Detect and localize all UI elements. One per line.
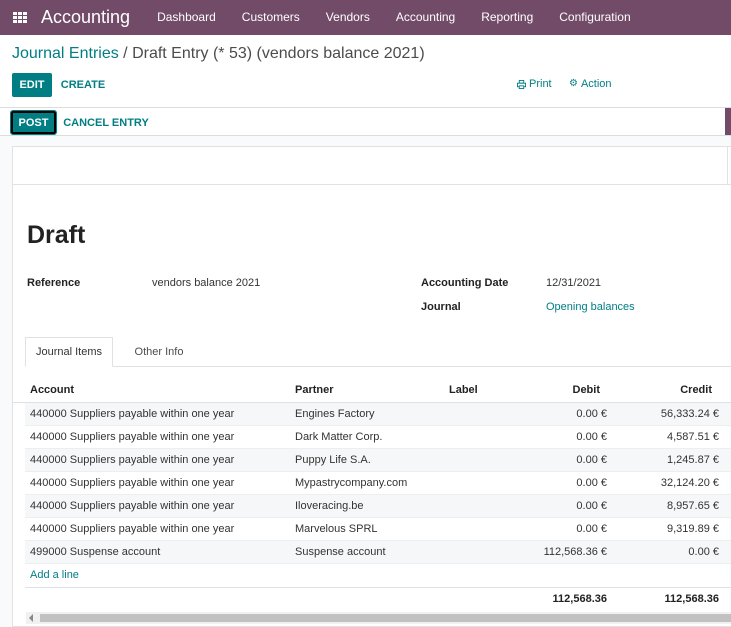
breadcrumb-current: Draft Entry (* 53) (vendors balance 2021… [132, 45, 425, 62]
post-button[interactable]: POST [10, 110, 57, 135]
cell-partner: Iloveracing.be [295, 500, 364, 512]
app-brand[interactable]: Accounting [41, 7, 130, 28]
edit-button[interactable]: EDIT [12, 73, 52, 97]
table-row[interactable]: 440000 Suppliers payable within one year… [25, 495, 731, 518]
cell-account: 440000 Suppliers payable within one year [30, 408, 235, 420]
sheet-header-divider [727, 147, 728, 184]
action-button[interactable]: ⚙ Action [569, 78, 612, 90]
sheet-header [13, 147, 731, 185]
cell-debit: 0.00 € [576, 408, 607, 420]
print-button[interactable]: Print [517, 78, 552, 90]
cell-partner: Mypastrycompany.com [295, 477, 408, 489]
cell-account: 440000 Suppliers payable within one year [30, 431, 235, 443]
menu-item-dashboard[interactable]: Dashboard [144, 0, 229, 35]
accounting-date-label: Accounting Date [421, 277, 509, 289]
breadcrumb-parent[interactable]: Journal Entries [12, 45, 119, 62]
form-tabs: Journal Items Other Info [25, 337, 731, 367]
main-menu: Dashboard Customers Vendors Accounting R… [144, 0, 644, 35]
scroll-left-arrow-icon[interactable] [29, 614, 33, 622]
table-header: Account Partner Label Debit Credit T [13, 378, 731, 403]
cell-credit: 9,319.89 € [667, 523, 719, 535]
table-footer-totals: 112,568.36 112,568.36 [25, 587, 731, 610]
menu-item-accounting[interactable]: Accounting [383, 0, 468, 35]
breadcrumb-separator: / [118, 45, 133, 62]
cell-debit: 0.00 € [576, 523, 607, 535]
print-icon [517, 79, 526, 89]
table-row[interactable]: 440000 Suppliers payable within one year… [25, 449, 731, 472]
total-debit: 112,568.36 [552, 593, 607, 605]
cell-partner: Dark Matter Corp. [295, 431, 383, 443]
column-header-account[interactable]: Account [30, 378, 74, 403]
cell-debit: 0.00 € [576, 477, 607, 489]
total-credit: 112,568.36 [664, 593, 719, 605]
cell-partner: Puppy Life S.A. [295, 454, 371, 466]
menu-item-customers[interactable]: Customers [229, 0, 313, 35]
status-indicator [725, 108, 731, 135]
cell-debit: 0.00 € [576, 454, 607, 466]
cell-account: 440000 Suppliers payable within one year [30, 477, 235, 489]
table-row[interactable]: 440000 Suppliers payable within one year… [25, 403, 731, 426]
table-row[interactable]: 440000 Suppliers payable within one year… [25, 518, 731, 541]
add-line-link[interactable]: Add a line [30, 569, 79, 581]
accounting-date-value[interactable]: 12/31/2021 [546, 277, 601, 289]
menu-item-vendors[interactable]: Vendors [313, 0, 383, 35]
print-label: Print [529, 78, 552, 90]
action-label: Action [580, 78, 612, 90]
tab-other-info[interactable]: Other Info [121, 337, 197, 367]
cell-credit: 1,245.87 € [667, 454, 719, 466]
create-button[interactable]: CREATE [57, 73, 109, 97]
page: Accounting Dashboard Customers Vendors A… [0, 0, 731, 627]
reference-value[interactable]: vendors balance 2021 [152, 277, 260, 289]
cell-partner: Engines Factory [295, 408, 375, 420]
cell-account: 499000 Suspense account [30, 546, 161, 558]
table-row[interactable]: 440000 Suppliers payable within one year… [25, 426, 731, 449]
breadcrumb: Journal Entries / Draft Entry (* 53) (ve… [12, 45, 425, 63]
cell-credit: 56,333.24 € [660, 408, 719, 420]
column-header-credit[interactable]: Credit [680, 378, 712, 403]
journal-value[interactable]: Opening balances [546, 301, 635, 313]
menu-item-configuration[interactable]: Configuration [546, 0, 643, 35]
top-navbar: Accounting Dashboard Customers Vendors A… [0, 0, 731, 35]
gear-icon: ⚙ [569, 78, 578, 89]
cell-credit: 0.00 € [688, 546, 719, 558]
cell-account: 440000 Suppliers payable within one year [30, 523, 235, 535]
cell-account: 440000 Suppliers payable within one year [30, 500, 235, 512]
reference-label: Reference [27, 277, 81, 289]
cell-debit: 0.00 € [576, 500, 607, 512]
table-row[interactable]: 499000 Suspense account Suspense account… [25, 541, 731, 564]
cell-credit: 32,124.20 € [660, 477, 719, 489]
cell-credit: 8,957.65 € [667, 500, 719, 512]
journal-label: Journal [421, 301, 461, 313]
scrollbar-thumb[interactable] [40, 614, 731, 622]
cell-credit: 4,587.51 € [667, 431, 719, 443]
tab-journal-items[interactable]: Journal Items [25, 337, 113, 367]
column-header-partner[interactable]: Partner [295, 378, 334, 403]
form-statusbar: POST CANCEL ENTRY [0, 107, 731, 136]
cell-partner: Marvelous SPRL [295, 523, 378, 535]
cell-partner: Suspense account [295, 546, 386, 558]
cell-debit: 112,568.36 € [543, 546, 607, 558]
column-header-debit[interactable]: Debit [573, 378, 601, 403]
cancel-entry-button[interactable]: CANCEL ENTRY [63, 112, 149, 134]
apps-grid-icon[interactable] [13, 11, 27, 24]
table-horizontal-scrollbar[interactable] [26, 612, 731, 624]
cell-debit: 0.00 € [576, 431, 607, 443]
entry-state-title: Draft [27, 221, 86, 249]
cell-account: 440000 Suppliers payable within one year [30, 454, 235, 466]
column-header-label[interactable]: Label [449, 378, 478, 403]
menu-item-reporting[interactable]: Reporting [468, 0, 546, 35]
form-sheet: Draft Reference vendors balance 2021 Acc… [12, 146, 731, 627]
table-row[interactable]: 440000 Suppliers payable within one year… [25, 472, 731, 495]
